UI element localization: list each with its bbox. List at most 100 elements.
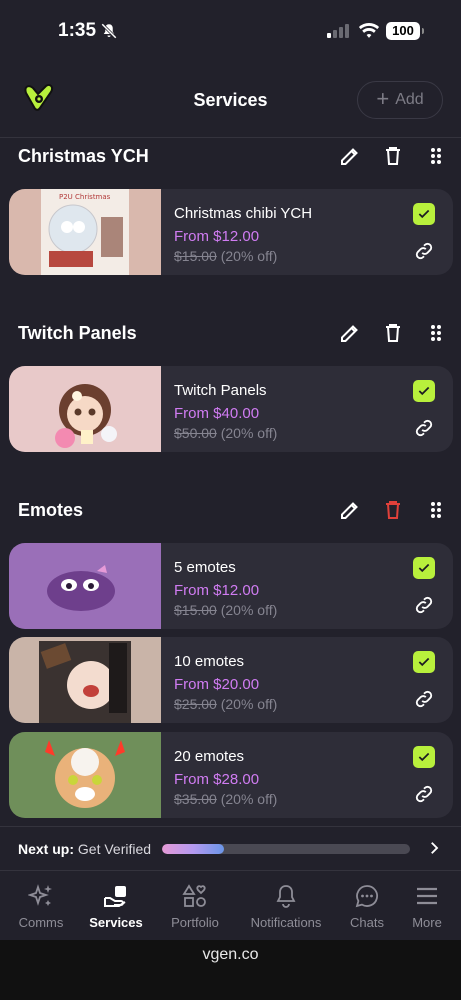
service-original-price: $35.00 (20% off): [174, 791, 277, 807]
service-thumbnail-image: [9, 732, 161, 818]
tab-more[interactable]: More: [402, 871, 452, 941]
service-original-price: $25.00 (20% off): [174, 696, 277, 712]
drag-handle-icon[interactable]: [424, 321, 448, 345]
portfolio-shapes-icon: [182, 884, 206, 907]
services-hand-icon: [104, 886, 126, 907]
service-name: 20 emotes: [174, 748, 245, 765]
tab-notifications[interactable]: Notifications: [244, 871, 328, 941]
chat-bubble-icon: [355, 885, 378, 908]
section-header-emotes: Emotes: [0, 494, 461, 530]
discount-label: (20% off): [220, 791, 278, 807]
service-name: 5 emotes: [174, 559, 236, 576]
drag-handle-icon[interactable]: [424, 498, 448, 522]
services-list[interactable]: Christmas YCH P2U Christmas Christmas ch…: [0, 138, 461, 826]
service-card-10-emotes[interactable]: 10 emotes From $20.00 $25.00 (20% off): [9, 637, 453, 723]
hamburger-menu-icon: [417, 887, 437, 905]
app-header: Services + Add: [0, 62, 461, 138]
service-name: Christmas chibi YCH: [174, 205, 313, 222]
chevron-right-icon[interactable]: [425, 839, 443, 857]
discount-label: (20% off): [220, 425, 278, 441]
service-thumbnail-image: [9, 637, 161, 723]
sparkles-icon: [28, 884, 52, 906]
copy-link-icon[interactable]: [413, 688, 435, 710]
old-price: $15.00: [174, 248, 217, 264]
delete-trash-icon[interactable]: [381, 498, 405, 522]
url-text: vgen.co: [202, 946, 259, 963]
old-price: $50.00: [174, 425, 217, 441]
delete-trash-icon[interactable]: [381, 321, 405, 345]
tab-label: More: [412, 915, 442, 930]
checkmark-icon: [418, 563, 430, 573]
status-bar: 1:35 100: [0, 0, 461, 62]
service-original-price: $15.00 (20% off): [174, 248, 277, 264]
copy-link-icon[interactable]: [413, 417, 435, 439]
tab-label: Chats: [350, 915, 384, 930]
svg-text:P2U Christmas: P2U Christmas: [59, 193, 111, 201]
tab-label: Comms: [18, 915, 64, 930]
copy-link-icon[interactable]: [413, 783, 435, 805]
tab-portfolio[interactable]: Portfolio: [160, 871, 230, 941]
service-thumbnail-image: [9, 366, 161, 452]
bell-icon: [276, 885, 296, 908]
old-price: $15.00: [174, 602, 217, 618]
wifi-icon: [358, 22, 380, 38]
progress-fill: [162, 844, 224, 854]
enabled-checkbox[interactable]: [413, 746, 435, 768]
section-header-christmas-ych: Christmas YCH: [0, 140, 461, 176]
add-button-label: Add: [395, 91, 424, 108]
service-card-christmas-chibi-ych[interactable]: P2U Christmas Christmas chibi YCH From $…: [9, 189, 453, 275]
next-up-label: Next up:: [18, 841, 74, 857]
tab-services[interactable]: Services: [84, 871, 148, 941]
copy-link-icon[interactable]: [413, 594, 435, 616]
checkmark-icon: [418, 657, 430, 667]
section-title: Twitch Panels: [18, 323, 137, 343]
copy-link-icon[interactable]: [413, 240, 435, 262]
bottom-tab-bar: Comms Services Portfolio Notifications C…: [0, 870, 461, 940]
checkmark-icon: [418, 386, 430, 396]
next-up-banner[interactable]: Next up: Get Verified: [0, 826, 461, 870]
bell-muted-icon: [101, 23, 117, 39]
discount-label: (20% off): [220, 602, 278, 618]
battery-indicator: 100: [386, 22, 424, 40]
service-price: From $28.00: [174, 771, 260, 788]
tab-label: Portfolio: [171, 915, 219, 930]
plus-icon: +: [376, 86, 390, 111]
delete-trash-icon[interactable]: [381, 144, 405, 168]
service-card-twitch-panels[interactable]: Twitch Panels From $40.00 $50.00 (20% of…: [9, 366, 453, 452]
status-time: 1:35: [58, 20, 97, 41]
tab-comms[interactable]: Comms: [8, 871, 74, 941]
service-thumbnail-image: [9, 543, 161, 629]
service-name: 10 emotes: [174, 653, 245, 670]
add-service-button[interactable]: + Add: [357, 81, 443, 119]
enabled-checkbox[interactable]: [413, 557, 435, 579]
service-card-20-emotes[interactable]: 20 emotes From $28.00 $35.00 (20% off): [9, 732, 453, 818]
tab-chats[interactable]: Chats: [340, 871, 394, 941]
enabled-checkbox[interactable]: [413, 651, 435, 673]
tab-label: Services: [89, 915, 143, 930]
service-price: From $12.00: [174, 582, 260, 599]
service-price: From $20.00: [174, 676, 260, 693]
edit-pencil-icon[interactable]: [338, 498, 362, 522]
checkmark-icon: [418, 209, 430, 219]
next-up-task: Get Verified: [77, 841, 152, 857]
service-original-price: $15.00 (20% off): [174, 602, 277, 618]
service-price: From $40.00: [174, 405, 260, 422]
edit-pencil-icon[interactable]: [338, 144, 362, 168]
service-original-price: $50.00 (20% off): [174, 425, 277, 441]
service-name: Twitch Panels: [174, 382, 267, 399]
discount-label: (20% off): [220, 248, 278, 264]
enabled-checkbox[interactable]: [413, 203, 435, 225]
browser-address-bar[interactable]: vgen.co: [0, 940, 461, 1000]
checkmark-icon: [418, 752, 430, 762]
section-header-twitch-panels: Twitch Panels: [0, 317, 461, 353]
next-up-text: Next up: Get Verified: [18, 841, 151, 857]
section-title: Christmas YCH: [18, 146, 149, 166]
enabled-checkbox[interactable]: [413, 380, 435, 402]
drag-handle-icon[interactable]: [424, 144, 448, 168]
edit-pencil-icon[interactable]: [338, 321, 362, 345]
tab-label: Notifications: [250, 915, 322, 930]
cellular-signal-icon: [327, 24, 349, 38]
service-thumbnail-image: P2U Christmas: [9, 189, 161, 275]
service-card-5-emotes[interactable]: 5 emotes From $12.00 $15.00 (20% off): [9, 543, 453, 629]
discount-label: (20% off): [220, 696, 278, 712]
